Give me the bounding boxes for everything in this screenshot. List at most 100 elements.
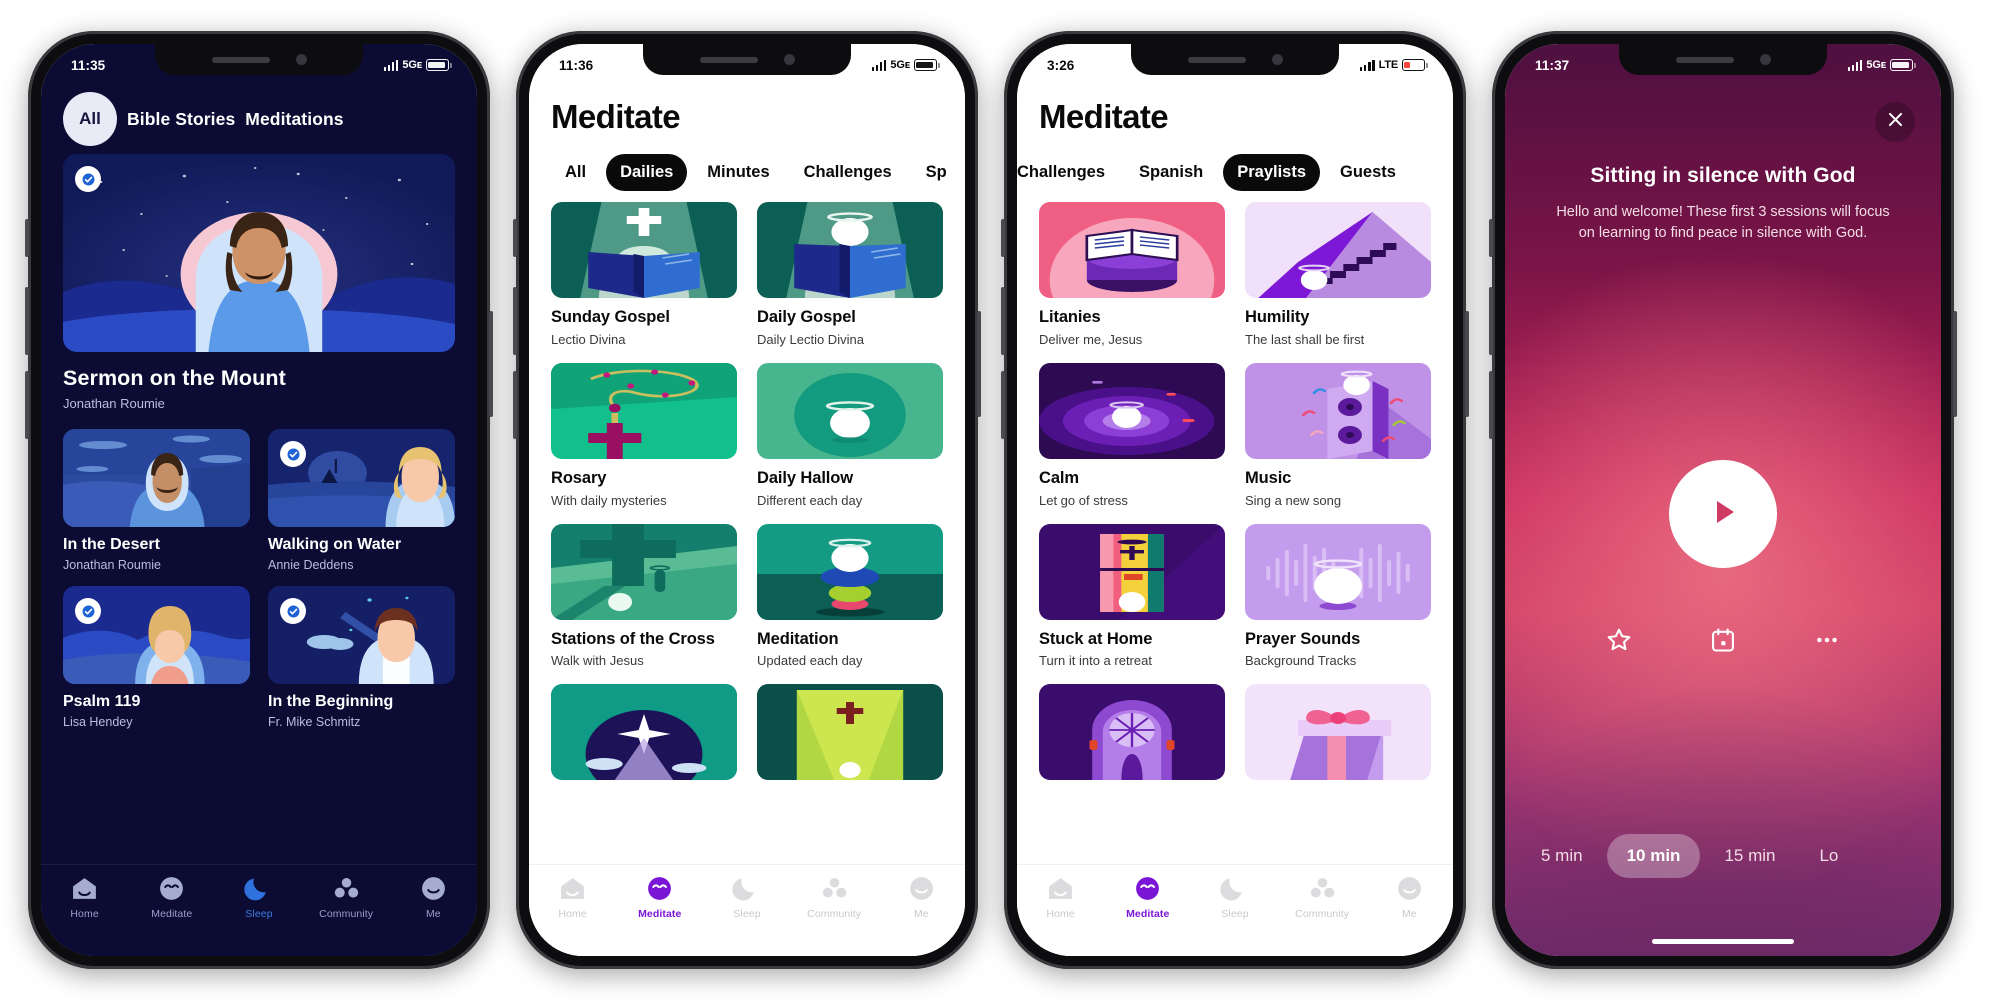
tab-sleep[interactable]: Sleep — [711, 874, 783, 920]
list-item[interactable] — [757, 684, 943, 790]
list-item[interactable] — [551, 684, 737, 790]
card-title: In the Beginning — [268, 693, 394, 710]
tab-sleep[interactable]: Sleep — [223, 874, 295, 920]
speaker-grille — [211, 56, 270, 63]
hero-card[interactable]: Sermon on the Mount Jonathan Roumie — [63, 154, 455, 411]
list-item[interactable]: Daily Hallow Different each day — [757, 362, 943, 508]
tab-community[interactable]: Community — [1286, 874, 1358, 920]
tab-meditate[interactable]: Meditate — [136, 874, 208, 920]
category-chips: All Bible Stories Meditations — [41, 92, 477, 146]
home-scroll[interactable]: Sermon on the Mount Jonathan Roumie In t… — [41, 154, 477, 864]
card-title: Daily Gospel — [757, 308, 856, 326]
screenshot-stage: 11:35 5Gᴇ All Bible Stories Meditations — [0, 0, 2000, 1000]
calendar-icon[interactable] — [1709, 626, 1737, 654]
tab-home[interactable]: Home — [49, 874, 121, 920]
duration-5-min[interactable]: 5 min — [1521, 834, 1603, 878]
meditate-scroll[interactable]: Sunday Gospel Lectio Divina Daily Gospel… — [529, 202, 965, 864]
list-item[interactable]: Sunday Gospel Lectio Divina — [551, 202, 737, 347]
list-item[interactable]: Stations of the Cross Walk with Jesus — [551, 523, 737, 669]
tab-minutes[interactable]: Minutes — [693, 154, 783, 191]
meditate-scroll[interactable]: Litanies Deliver me, Jesus Humility The … — [1017, 202, 1453, 864]
chip-all[interactable]: All — [63, 92, 117, 146]
list-item[interactable]: Psalm 119 Lisa Hendey — [63, 586, 250, 729]
duration-selector: 5 min 10 min 15 min Lo — [1505, 834, 1941, 878]
card-subtitle: Let go of stress — [1039, 492, 1128, 508]
tab-community[interactable]: Community — [310, 874, 382, 920]
tab-challenges[interactable]: Challenges — [790, 154, 906, 191]
list-item[interactable]: Litanies Deliver me, Jesus — [1039, 202, 1225, 347]
home-indicator — [1652, 939, 1794, 944]
tab-home[interactable]: Home — [1025, 874, 1097, 920]
play-icon — [1703, 492, 1743, 537]
duration-15-min[interactable]: 15 min — [1704, 834, 1795, 878]
tab-meditate[interactable]: Meditate — [624, 874, 696, 920]
list-item[interactable] — [1039, 684, 1225, 790]
card-artwork — [551, 202, 737, 298]
list-item[interactable]: Prayer Sounds Background Tracks — [1245, 523, 1431, 668]
tab-me[interactable]: Me — [885, 874, 957, 920]
tab-label: Community — [807, 908, 862, 920]
card-title: Daily Hallow — [757, 468, 853, 487]
tab-sleep[interactable]: Sleep — [1199, 874, 1271, 920]
more-icon[interactable] — [1813, 626, 1841, 654]
list-item[interactable]: Walking on Water Annie Deddens — [268, 429, 455, 572]
tab-spanish[interactable]: Spanish — [1125, 154, 1217, 191]
tab-me[interactable]: Me — [1373, 874, 1445, 920]
close-button[interactable] — [1875, 102, 1915, 142]
tab-guests[interactable]: Guests — [1326, 154, 1410, 191]
card-subtitle: The last shall be first — [1245, 331, 1365, 347]
status-indicators: 5Gᴇ — [1847, 59, 1916, 71]
tab-label: Community — [1295, 908, 1350, 920]
completed-badge — [75, 598, 101, 624]
tab-challenges[interactable]: Challenges — [1017, 154, 1119, 191]
tab-label: Meditate — [151, 908, 193, 920]
tab-community[interactable]: Community — [798, 874, 870, 920]
card-subtitle: Walk with Jesus — [551, 653, 644, 669]
list-item[interactable]: Stuck at Home Turn it into a retreat — [1039, 523, 1225, 669]
status-time: 3:26 — [1047, 57, 1075, 73]
list-item[interactable]: Rosary With daily mysteries — [551, 362, 737, 508]
tab-me[interactable]: Me — [397, 874, 469, 920]
phone-frame-4: 11:37 5Gᴇ Sitting in silence with God He… — [1489, 31, 1957, 969]
list-item[interactable]: Daily Gospel Daily Lectio Divina — [757, 202, 943, 347]
phone-frame-1: 11:35 5Gᴇ All Bible Stories Meditations — [25, 31, 493, 969]
play-button[interactable] — [1669, 460, 1777, 568]
meditate-card-grid: Sunday Gospel Lectio Divina Daily Gospel… — [551, 202, 943, 790]
list-item[interactable]: In the Beginning Fr. Mike Schmitz — [268, 586, 455, 729]
battery-icon — [426, 59, 452, 71]
duration-10-min[interactable]: 10 min — [1606, 834, 1701, 878]
card-artwork — [63, 429, 250, 527]
card-artwork — [1039, 523, 1225, 620]
status-indicators: LTE — [1359, 59, 1428, 71]
list-item[interactable]: Humility The last shall be first — [1245, 202, 1431, 347]
front-camera — [783, 54, 795, 65]
tab-home[interactable]: Home — [537, 874, 609, 920]
list-item[interactable]: Meditation Updated each day — [757, 523, 943, 668]
card-subtitle: Different each day — [757, 492, 863, 508]
chip-meditations[interactable]: Meditations — [245, 109, 343, 130]
star-icon[interactable] — [1605, 626, 1633, 654]
card-subtitle: Turn it into a retreat — [1039, 653, 1152, 669]
card-artwork — [268, 429, 455, 527]
list-item[interactable]: Music Sing a new song — [1245, 362, 1431, 508]
tab-dailies[interactable]: Dailies — [606, 154, 688, 191]
card-artwork — [63, 586, 250, 684]
bottom-tab-bar: Home Meditate Sleep Community Me — [41, 864, 477, 956]
list-item[interactable] — [1245, 684, 1431, 790]
duration-long-partial[interactable]: Lo — [1799, 834, 1858, 878]
tab-praylists[interactable]: Praylists — [1223, 154, 1321, 191]
signal-icon — [383, 59, 399, 71]
list-item[interactable]: Calm Let go of stress — [1039, 362, 1225, 508]
tab-meditate[interactable]: Meditate — [1112, 874, 1184, 920]
card-title: Meditation — [757, 629, 839, 648]
list-item[interactable]: In the Desert Jonathan Roumie — [63, 429, 250, 572]
card-artwork — [1039, 362, 1225, 459]
face-icon — [157, 874, 186, 903]
hero-author: Jonathan Roumie — [63, 396, 165, 411]
chip-bible-stories[interactable]: Bible Stories — [127, 109, 235, 130]
card-subtitle: Deliver me, Jesus — [1039, 331, 1143, 347]
notch — [643, 44, 851, 75]
tab-all[interactable]: All — [551, 154, 600, 191]
tab-spanish-partial[interactable]: Sp — [912, 154, 961, 191]
home-icon — [558, 874, 587, 903]
